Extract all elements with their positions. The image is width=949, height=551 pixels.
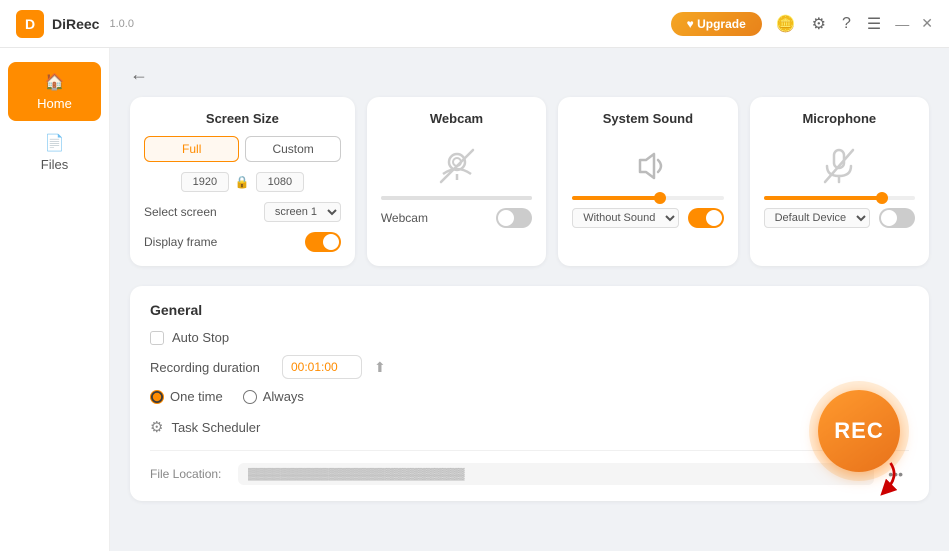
content-area: ← Screen Size Full Custom 🔒 Select scree…: [110, 48, 949, 551]
gear-icon: ⚙: [150, 418, 163, 436]
app-name: DiReec: [52, 16, 99, 32]
upgrade-button[interactable]: ♥ Upgrade: [671, 12, 762, 36]
device-select[interactable]: Default Device: [764, 208, 870, 228]
system-sound-toggle[interactable]: [688, 208, 724, 228]
webcam-card: Webcam Webcam: [367, 97, 546, 266]
always-label: Always: [263, 389, 304, 404]
system-sound-title: System Sound: [572, 111, 723, 126]
autostop-row: Auto Stop: [150, 330, 909, 345]
system-sound-card: System Sound Without Sound: [558, 97, 737, 266]
sound-icon: [626, 144, 670, 188]
general-title: General: [150, 302, 909, 318]
microphone-icon: [817, 144, 861, 188]
arrow-indicator: [859, 454, 904, 499]
mic-icon-area: [764, 136, 915, 196]
file-location-label: File Location:: [150, 467, 230, 481]
lock-icon: 🔒: [235, 175, 250, 189]
sidebar-item-files[interactable]: 📄 Files: [8, 123, 101, 182]
webcam-slider[interactable]: [381, 196, 532, 200]
mic-slider-row: [764, 196, 915, 200]
mic-slider[interactable]: [764, 196, 915, 200]
microphone-toggle[interactable]: [879, 208, 915, 228]
duration-input[interactable]: [282, 355, 362, 379]
webcam-label: Webcam: [381, 211, 428, 225]
one-time-radio[interactable]: [150, 390, 164, 404]
sidebar: 🏠 Home 📄 Files: [0, 48, 110, 551]
sidebar-label-home: Home: [37, 96, 72, 111]
display-frame-toggle[interactable]: [305, 232, 341, 252]
settings-circle-icon[interactable]: ⚙: [810, 12, 828, 36]
minimize-button[interactable]: —: [895, 16, 909, 32]
width-input[interactable]: [181, 172, 229, 192]
autostop-checkbox[interactable]: [150, 331, 164, 345]
general-section: General Auto Stop Recording duration ⬆ O…: [130, 286, 929, 501]
custom-button[interactable]: Custom: [245, 136, 340, 162]
webcam-title: Webcam: [381, 111, 532, 126]
sound-slider-row: [572, 196, 723, 200]
select-screen-row: Select screen screen 1: [144, 202, 341, 222]
webcam-bottom: Webcam: [381, 208, 532, 228]
titlebar: D DiReec 1.0.0 ♥ Upgrade 🪙 ⚙ ? ☰ — ✕: [0, 0, 949, 48]
app-version: 1.0.0: [109, 18, 133, 30]
duration-spinner[interactable]: ⬆: [374, 359, 386, 376]
webcam-icon: [435, 144, 479, 188]
file-location-row: File Location: ▓▓▓▓▓▓▓▓▓▓▓▓▓▓▓▓▓▓▓▓▓▓▓▓▓…: [150, 450, 909, 485]
cards-row: Screen Size Full Custom 🔒 Select screen …: [130, 97, 929, 266]
always-radio-group: Always: [243, 389, 304, 404]
one-time-radio-group: One time: [150, 389, 223, 404]
sidebar-label-files: Files: [41, 157, 68, 172]
task-scheduler-row[interactable]: ⚙ Task Scheduler: [150, 418, 909, 436]
coin-icon[interactable]: 🪙: [774, 12, 798, 36]
microphone-title: Microphone: [764, 111, 915, 126]
always-radio[interactable]: [243, 390, 257, 404]
sound-icon-area: [572, 136, 723, 196]
files-icon: 📄: [45, 133, 65, 153]
titlebar-actions: ♥ Upgrade 🪙 ⚙ ? ☰ — ✕: [671, 12, 933, 36]
screen-select[interactable]: screen 1: [264, 202, 341, 222]
select-screen-label: Select screen: [144, 205, 217, 219]
task-scheduler-label: Task Scheduler: [171, 420, 260, 435]
home-icon: 🏠: [45, 72, 65, 92]
webcam-icon-area: [381, 136, 532, 196]
display-frame-label: Display frame: [144, 235, 217, 249]
help-icon[interactable]: ?: [840, 13, 853, 35]
app-logo: D DiReec 1.0.0: [16, 10, 134, 38]
repeat-row: One time Always: [150, 389, 909, 404]
recording-duration-label: Recording duration: [150, 360, 270, 375]
app-icon: D: [16, 10, 44, 38]
menu-icon[interactable]: ☰: [865, 12, 883, 36]
main-layout: 🏠 Home 📄 Files ← Screen Size Full Custom…: [0, 48, 949, 551]
webcam-toggle[interactable]: [496, 208, 532, 228]
height-input[interactable]: [256, 172, 304, 192]
microphone-card: Microphone Default Devi: [750, 97, 929, 266]
display-frame-row: Display frame: [144, 232, 341, 252]
mic-bottom: Default Device: [764, 208, 915, 228]
resolution-row: 🔒: [144, 172, 341, 192]
screen-size-title: Screen Size: [144, 111, 341, 126]
one-time-label: One time: [170, 389, 223, 404]
close-button[interactable]: ✕: [921, 15, 933, 32]
back-button[interactable]: ←: [130, 64, 148, 85]
screen-size-card: Screen Size Full Custom 🔒 Select screen …: [130, 97, 355, 266]
without-sound-select[interactable]: Without Sound: [572, 208, 679, 228]
sound-slider[interactable]: [572, 196, 723, 200]
size-buttons: Full Custom: [144, 136, 341, 162]
duration-row: Recording duration ⬆: [150, 355, 909, 379]
file-path-display: ▓▓▓▓▓▓▓▓▓▓▓▓▓▓▓▓▓▓▓▓▓▓▓▓▓▓▓: [238, 463, 874, 485]
sound-bottom: Without Sound: [572, 208, 723, 228]
autostop-label: Auto Stop: [172, 330, 229, 345]
full-button[interactable]: Full: [144, 136, 239, 162]
rec-area: REC: [809, 381, 909, 481]
sidebar-item-home[interactable]: 🏠 Home: [8, 62, 101, 121]
